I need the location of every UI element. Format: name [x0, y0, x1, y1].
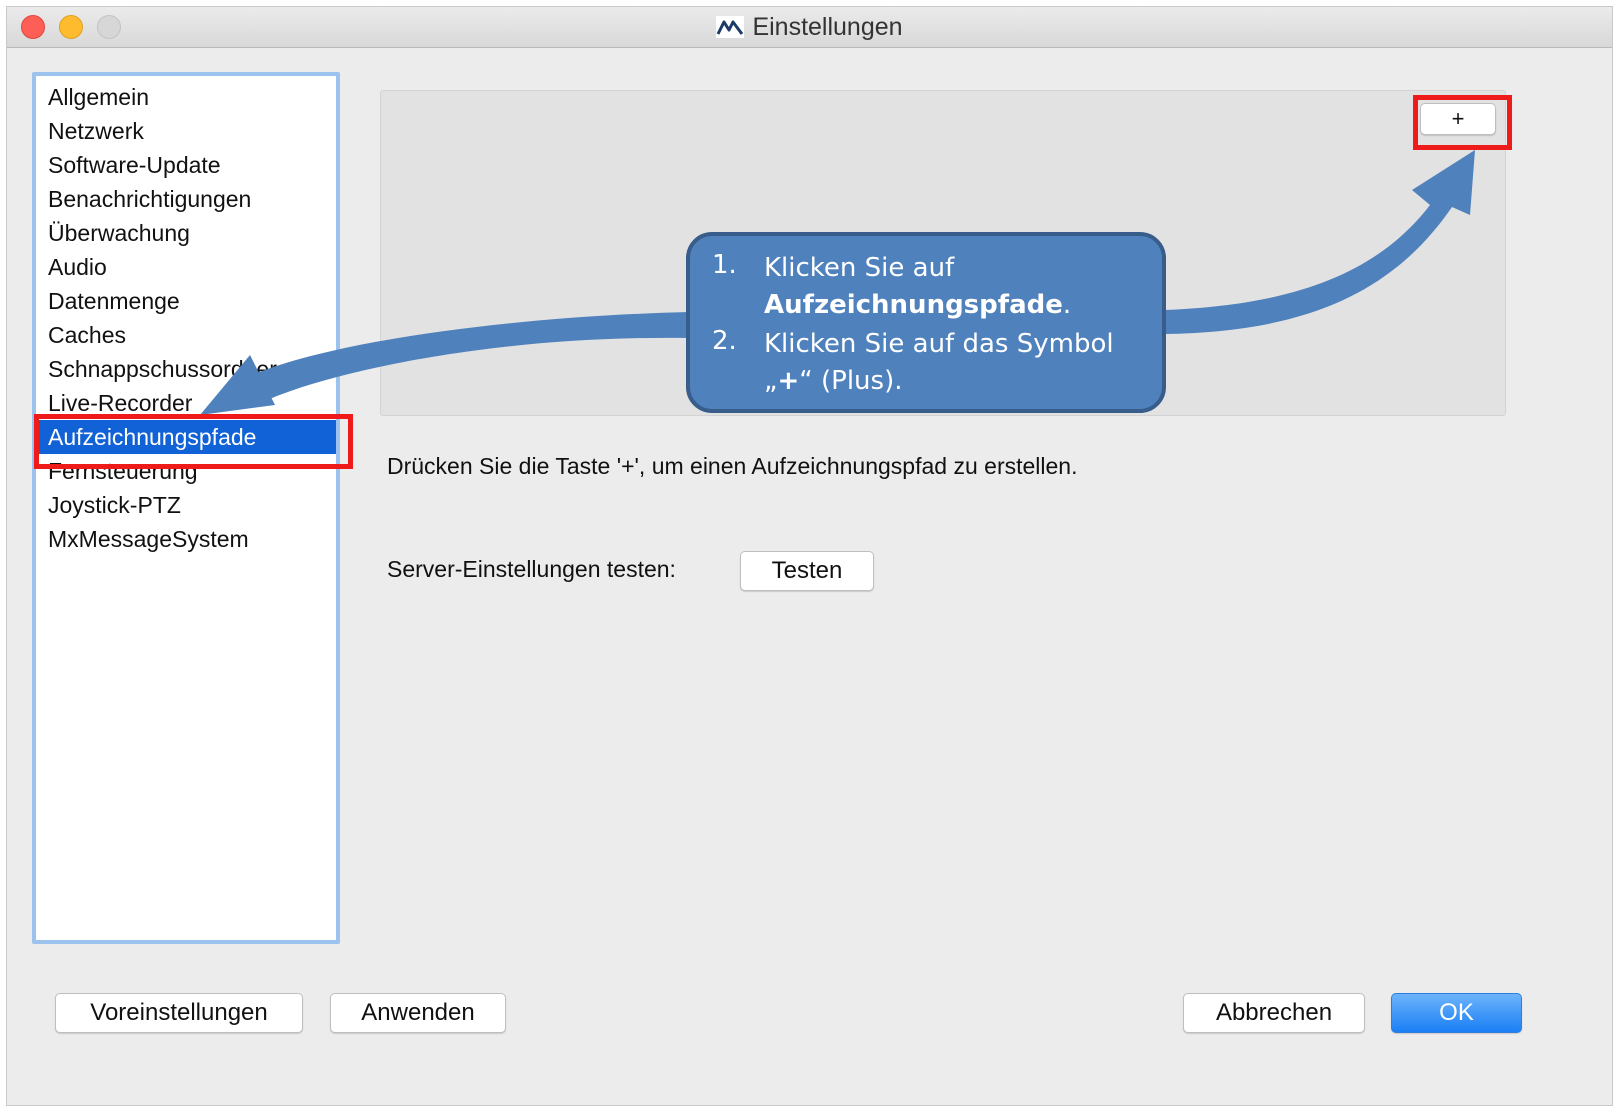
step-1-end: .	[1062, 290, 1072, 320]
step-2-lead: Klicken Sie auf das Symbol	[764, 329, 1114, 359]
step-2-end: “ (Plus).	[799, 366, 903, 396]
step-2-number: 2.	[712, 326, 737, 356]
instruction-callout: 1. Klicken Sie auf Aufzeichnungspfade. 2…	[686, 232, 1166, 413]
step-2-quote-open: „	[764, 366, 778, 396]
step-1-lead: Klicken Sie auf	[764, 253, 955, 283]
sidebar-selection-highlight	[34, 414, 353, 469]
step-1-number: 1.	[712, 250, 737, 280]
plus-button-highlight	[1413, 95, 1512, 150]
step-1-target: Aufzeichnungspfade	[764, 290, 1063, 320]
step-2-target: +	[777, 366, 800, 396]
step-2-text: Klicken Sie auf das Symbol „+“ (Plus).	[764, 326, 1114, 400]
arrow-to-sidebar-head	[200, 355, 275, 415]
arrow-to-plus	[1164, 150, 1475, 334]
arrow-to-sidebar	[205, 312, 690, 410]
step-1-text: Klicken Sie auf Aufzeichnungspfade.	[764, 250, 1071, 324]
callout-arrows	[200, 150, 1475, 415]
